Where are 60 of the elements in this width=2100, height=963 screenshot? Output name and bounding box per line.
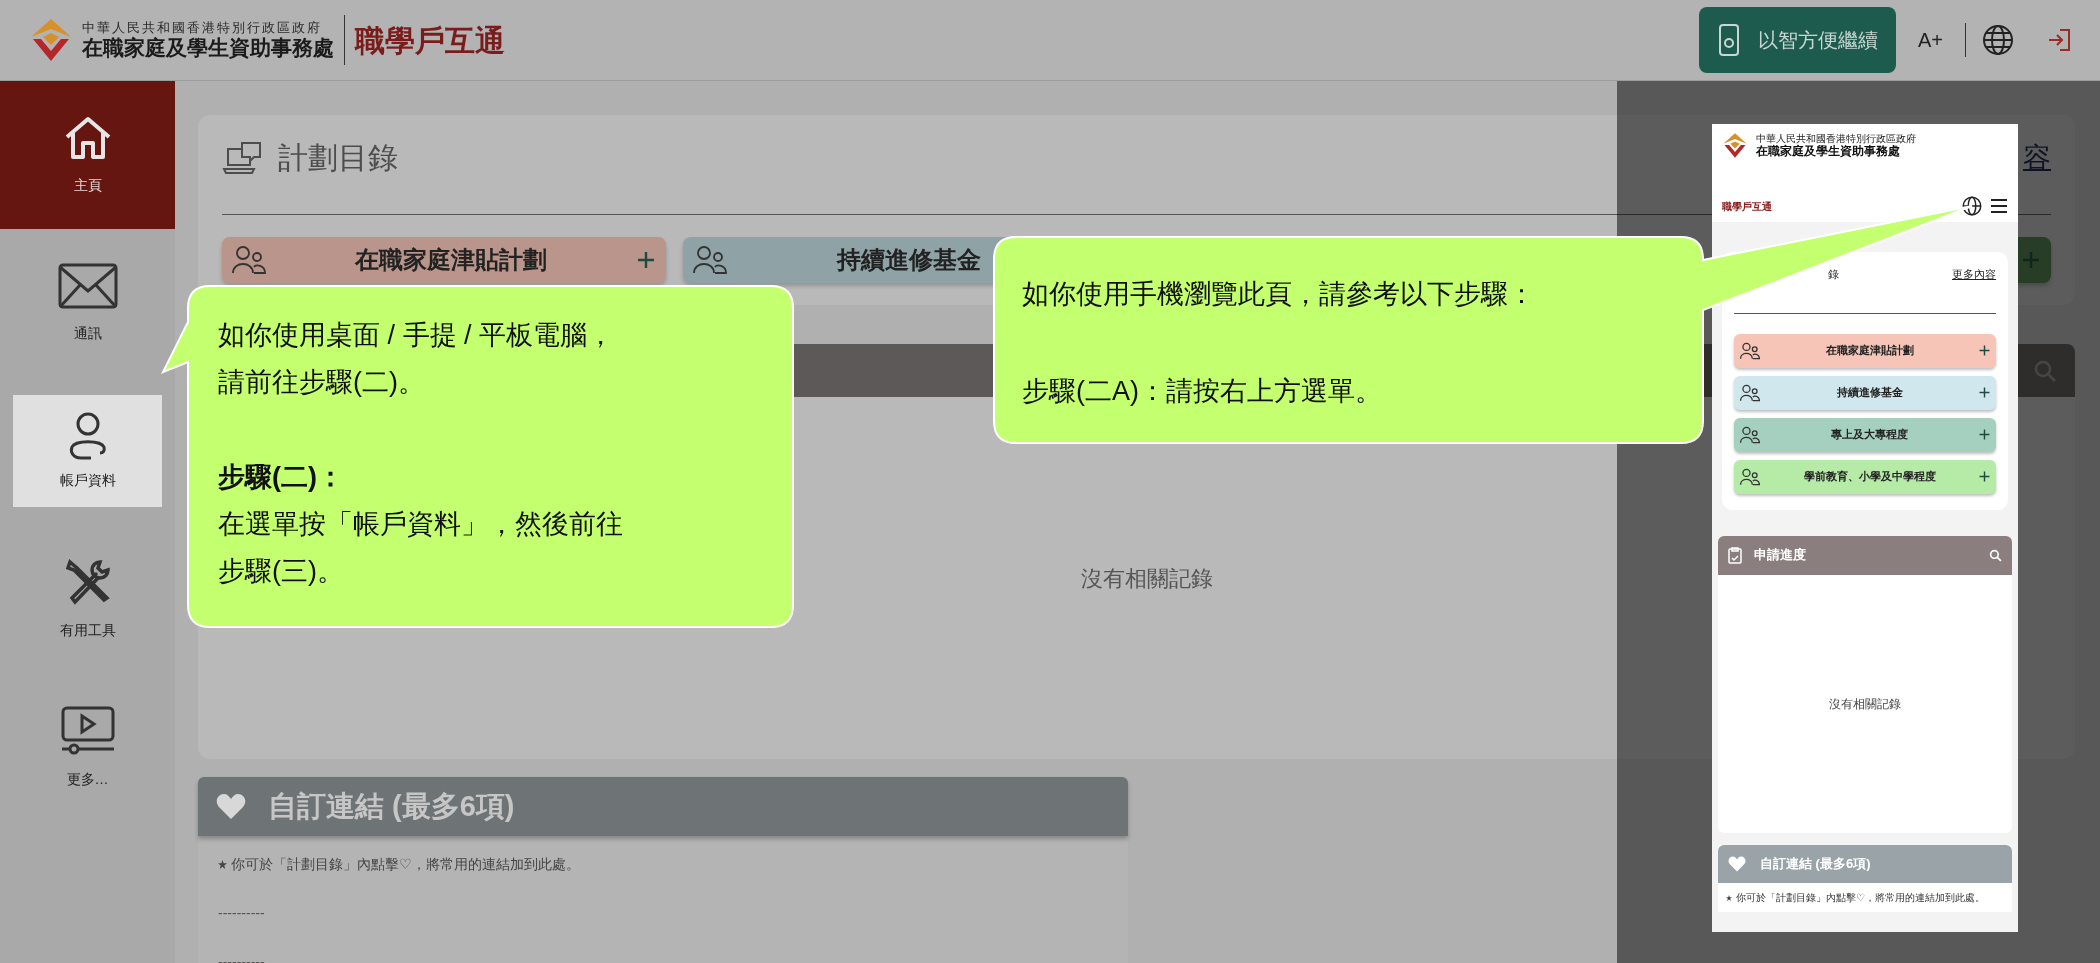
sidebar-item[interactable]: 帳戶資料 [13, 395, 162, 507]
star-icon [218, 860, 227, 869]
sidebar-item[interactable]: 通訊 [0, 229, 175, 377]
agency-name: 在職家庭及學生資助事務處 [82, 35, 334, 61]
plus-icon [635, 250, 656, 270]
plus-icon [1979, 429, 1990, 440]
heart-icon [1728, 855, 1746, 872]
search-icon[interactable] [1989, 548, 2002, 562]
links-title: 自訂連結 (最多6項) [1760, 854, 1871, 873]
people-icon [1740, 341, 1760, 360]
laptop-chat-icon [222, 140, 262, 175]
hint-text: 你可於「計劃目錄」內點擊♡，將常用的連結加到此處。 [1736, 890, 1985, 904]
scheme-button[interactable]: 在職家庭津貼計劃 [222, 237, 666, 283]
plus-icon [2021, 250, 2041, 270]
links-title: 自訂連結 (最多6項) [268, 788, 515, 824]
clipboard-icon [1728, 546, 1742, 564]
agency-subtitle: 中華人民共和國香港特別行政區政府 [1756, 132, 1916, 144]
agency-subtitle: 中華人民共和國香港特別行政區政府 [82, 19, 323, 36]
sidebar-item[interactable]: 有用工具 [0, 525, 175, 673]
scheme-button[interactable]: 專上及大專程度 [1734, 417, 1996, 452]
people-icon [1740, 467, 1760, 486]
plus-icon [1979, 387, 1990, 398]
scheme-button[interactable]: 學前教育、小學及中學程度 [1734, 459, 1996, 494]
empty-message: 沒有相關記錄 [1080, 564, 1213, 593]
app-title: 職學戶互通 [1722, 199, 1772, 214]
empty-slot: ---------- [218, 952, 1108, 963]
envelope-icon [57, 262, 118, 309]
logo-icon [1722, 132, 1748, 159]
people-icon [1740, 425, 1760, 444]
font-size-button[interactable]: A+ [1911, 25, 1949, 55]
hint-text: 你可於「計劃目錄」內點擊♡，將常用的連結加到此處。 [231, 855, 580, 874]
instruction-text: 步驟(二A)：請按右上方選單。 [1022, 375, 1382, 408]
empty-slot: ---------- [218, 903, 1108, 924]
sidebar-item[interactable]: 主頁 [0, 81, 175, 229]
scheme-button[interactable]: 在職家庭津貼計劃 [1734, 333, 1996, 368]
scheme-button[interactable]: 持續進修基金 [1734, 375, 1996, 410]
globe-icon[interactable] [1982, 24, 2014, 56]
people-icon [692, 245, 727, 275]
progress-title: 申請進度 [1754, 546, 1806, 565]
section-title: 計劃目錄 [278, 140, 398, 176]
tools-icon [63, 557, 112, 606]
people-icon [1740, 383, 1760, 402]
agency-name: 在職家庭及學生資助事務處 [1756, 143, 1901, 159]
empty-message: 沒有相關記錄 [1829, 695, 1901, 713]
sidebar-item[interactable]: 更多… [0, 673, 175, 821]
heart-icon [216, 793, 246, 820]
instruction-text: 如你使用桌面 / 手提 / 平板電腦， 請前往步驟(二)。 [218, 319, 614, 399]
people-icon [232, 245, 266, 275]
logout-icon[interactable] [2046, 27, 2072, 53]
section-title: 錄 [1828, 267, 1839, 282]
continue-button[interactable]: 以智方便繼續 [1698, 7, 1896, 73]
globe-icon[interactable] [1962, 196, 1982, 216]
video-icon [59, 704, 116, 755]
more-link[interactable]: 更多內容 [1952, 266, 1996, 283]
app-title: 職學戶互通 [355, 22, 505, 59]
plus-icon [1979, 471, 1990, 482]
menu-icon[interactable] [1990, 198, 2008, 214]
instruction-text: 步驟(二)： 在選單按「帳戶資料」，然後前往 步驟(三)。 [218, 461, 623, 588]
star-icon [1726, 894, 1732, 901]
plus-icon [1979, 345, 1990, 356]
